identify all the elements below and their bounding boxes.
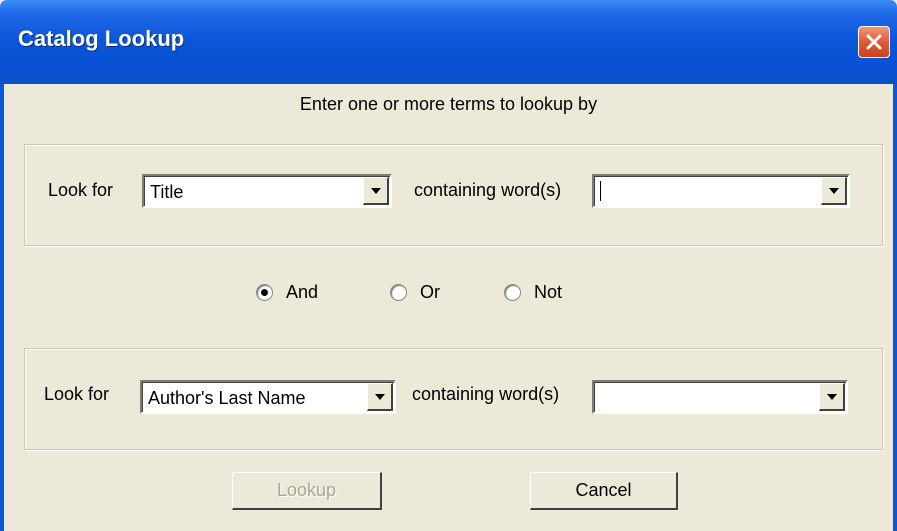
- close-icon: [866, 34, 882, 50]
- radio-and-label[interactable]: And: [286, 282, 318, 303]
- radio-and[interactable]: [256, 284, 273, 301]
- instructions-text: Enter one or more terms to lookup by: [299, 94, 598, 114]
- containing-label-1: containing word(s): [414, 180, 562, 200]
- field-select-2-value: Author's Last Name: [148, 388, 306, 408]
- radio-not[interactable]: [504, 284, 521, 301]
- chevron-down-icon: [829, 188, 839, 194]
- window-border-right: [893, 84, 897, 531]
- chevron-down-icon: [371, 188, 381, 194]
- window-title: Catalog Lookup: [18, 26, 185, 51]
- radio-or[interactable]: [390, 284, 407, 301]
- words-combo-1-dropdown[interactable]: [821, 177, 847, 205]
- cancel-button[interactable]: Cancel: [530, 472, 678, 510]
- look-for-label-2: Look for: [44, 384, 110, 404]
- words-combo-2[interactable]: [592, 380, 848, 414]
- chevron-down-icon: [827, 394, 837, 400]
- look-for-label-1: Look for: [48, 180, 114, 200]
- containing-label-2: containing word(s): [412, 384, 560, 404]
- text-caret: [600, 181, 601, 201]
- window-border-left: [0, 84, 4, 531]
- radio-selected-dot: [261, 289, 268, 296]
- field-select-1[interactable]: Title: [142, 174, 392, 208]
- title-bar[interactable]: Catalog Lookup: [0, 0, 897, 84]
- field-select-2-dropdown[interactable]: [367, 383, 393, 411]
- words-combo-1[interactable]: [592, 174, 850, 208]
- catalog-lookup-dialog: Catalog Lookup Enter one or more terms t…: [0, 0, 897, 531]
- field-select-1-value: Title: [150, 182, 184, 202]
- radio-or-label[interactable]: Or: [420, 282, 440, 303]
- lookup-button[interactable]: Lookup: [232, 472, 382, 510]
- close-button[interactable]: [858, 26, 890, 58]
- words-combo-2-dropdown[interactable]: [819, 383, 845, 411]
- field-select-1-dropdown[interactable]: [363, 177, 389, 205]
- field-select-2[interactable]: Author's Last Name: [140, 380, 396, 414]
- radio-not-label[interactable]: Not: [534, 282, 562, 303]
- chevron-down-icon: [375, 394, 385, 400]
